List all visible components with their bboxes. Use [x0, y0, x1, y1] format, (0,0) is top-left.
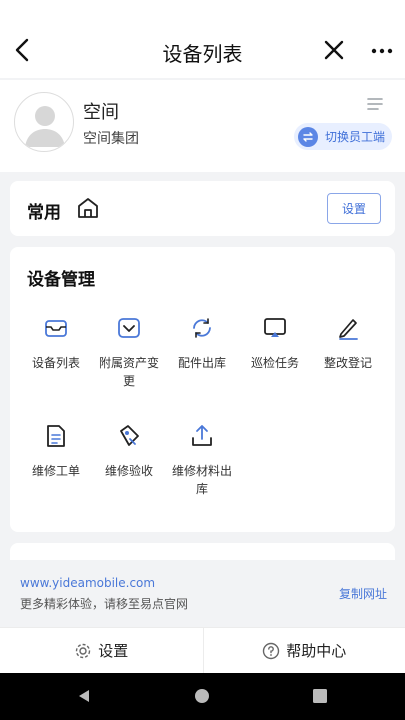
parts-outbound-icon: [193, 318, 211, 338]
gear-icon: [76, 643, 91, 658]
bottom-settings-label: 设置: [98, 642, 129, 660]
grid-item-repair-acceptance[interactable]: 维修验收: [94, 423, 164, 480]
grid-item-label: 维修验收: [104, 464, 153, 478]
inspection-task-icon: [264, 318, 286, 337]
switch-role-button[interactable]: 切换员工端: [294, 123, 392, 150]
grid-item-label: 设备列表: [31, 356, 80, 370]
grid-item-label: 巡检任务: [250, 356, 299, 370]
grid-item-label: 整改登记: [323, 356, 372, 370]
grid-item-label: 维修工单: [31, 464, 80, 478]
bottom-help-button[interactable]: 帮助中心: [202, 628, 405, 673]
device-list-icon: [45, 320, 67, 337]
bottom-bar: 设置 帮助中心: [0, 627, 405, 673]
bottom-help-label: 帮助中心: [286, 642, 347, 660]
common-settings-button[interactable]: 设置: [327, 193, 381, 224]
website-info: www.yideamobile.com 更多精彩体验，请移至易点官网 复制网址: [0, 560, 405, 626]
grid-item-label: 维修材料出库: [171, 464, 232, 496]
swap-icon: [298, 126, 318, 147]
grid-item-label: 配件出库: [177, 356, 226, 370]
website-url[interactable]: www.yideamobile.com: [20, 576, 155, 590]
close-icon[interactable]: [322, 38, 346, 62]
grid-item-repair-order[interactable]: 维修工单: [21, 423, 91, 480]
bottom-settings-button[interactable]: 设置: [0, 628, 203, 673]
avatar-placeholder-icon: [25, 106, 65, 147]
grid-item-material-outbound[interactable]: 维修材料出库: [167, 423, 237, 498]
rectification-icon: [339, 319, 358, 340]
website-hint: 更多精彩体验，请移至易点官网: [20, 597, 189, 611]
material-outbound-icon: [192, 425, 212, 446]
common-title: 常用: [27, 203, 61, 223]
top-nav-bar: 设备列表: [0, 0, 405, 78]
avatar[interactable]: [14, 92, 74, 152]
asset-change-icon: [118, 318, 140, 338]
repair-order-icon: [47, 425, 65, 447]
common-card: 常用 设置: [10, 181, 395, 236]
grid-item-label: 附属资产变更: [98, 356, 159, 388]
list-menu-icon[interactable]: [366, 96, 384, 112]
grid-item-rectification[interactable]: 整改登记: [313, 315, 383, 372]
system-recents-icon[interactable]: [312, 688, 328, 704]
grid-item-device-list[interactable]: 设备列表: [21, 315, 91, 372]
system-nav-bar: [0, 673, 405, 720]
repair-acceptance-icon: [120, 425, 139, 446]
grid-item-asset-change[interactable]: 附属资产变更: [94, 315, 164, 390]
profile-section: 空间 空间集团 切换员工端: [0, 80, 405, 172]
system-home-icon[interactable]: [194, 688, 210, 704]
profile-group: 空间集团: [83, 131, 139, 147]
copy-url-link[interactable]: 复制网址: [339, 585, 387, 602]
home-icon[interactable]: [76, 196, 100, 220]
grid-item-parts-outbound[interactable]: 配件出库: [167, 315, 237, 372]
management-title: 设备管理: [27, 270, 95, 290]
system-back-icon[interactable]: [76, 688, 92, 704]
more-icon[interactable]: [370, 38, 394, 62]
device-management-card: 设备管理 设备列表 附属资产变更 配件出库 巡检任务 整改登记 维修工单 维修验…: [10, 247, 395, 532]
grid-item-inspection-task[interactable]: 巡检任务: [240, 315, 310, 372]
help-icon: [263, 642, 280, 659]
profile-name: 空间: [83, 102, 119, 123]
switch-role-label: 切换员工端: [325, 130, 386, 144]
